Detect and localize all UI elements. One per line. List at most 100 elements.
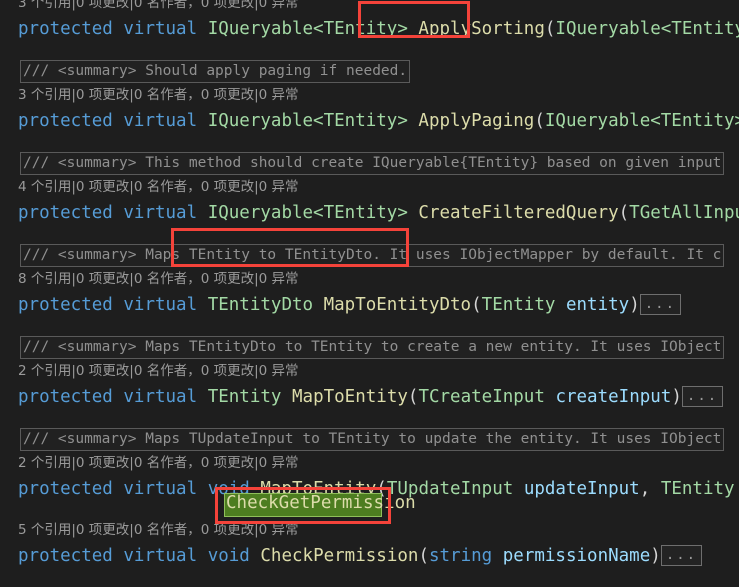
code-line[interactable]: protected virtual TEntity MapToEntity(TC…: [18, 382, 739, 412]
code-token-pun: [513, 479, 524, 499]
code-token-pun: (: [418, 546, 429, 566]
code-token-pun: (: [618, 203, 630, 223]
collapsed-body-ellipsis[interactable]: ...: [660, 545, 703, 566]
code-token-kw: string: [428, 546, 493, 566]
code-token-pun: [197, 546, 208, 566]
code-token-par: updateInput: [523, 479, 640, 499]
code-token-pun: [113, 203, 124, 223]
code-token-pun: ): [671, 387, 682, 407]
code-token-pun: [113, 479, 124, 499]
code-token-pun: [113, 111, 124, 131]
code-token-type: TEntity: [481, 295, 556, 315]
code-token-par: createInput: [555, 387, 672, 407]
code-line[interactable]: protected virtual IQueryable<TEntity> Cr…: [18, 198, 739, 228]
code-token-mth: ApplyPaging: [418, 111, 535, 131]
code-token-pun: (: [407, 387, 419, 407]
collapsed-doc-comment[interactable]: /// <summary> Maps TEntityDto to TEntity…: [20, 336, 725, 359]
collapsed-body-ellipsis[interactable]: ...: [681, 386, 724, 407]
codelens-annotation[interactable]: 3 个引用|0 项更改|0 名作者，0 项更改|0 异常: [18, 0, 739, 14]
code-token-pun: [113, 546, 124, 566]
code-token-kw: void: [207, 546, 250, 566]
code-token-pun: [197, 19, 208, 39]
code-token-pun: [197, 203, 208, 223]
code-token-pun: (: [471, 295, 482, 315]
code-token-par: entity: [565, 295, 630, 315]
code-token-kw: protected: [18, 479, 113, 499]
code-token-pun: (: [534, 111, 545, 131]
code-token-kw: virtual: [123, 479, 198, 499]
code-token-pun: [197, 295, 208, 315]
code-token-pun: [113, 387, 124, 407]
doc-comment-fold-row: /// <summary> Should apply paging if nee…: [18, 60, 739, 85]
code-token-kw: virtual: [123, 19, 198, 39]
code-token-type: TGetAllInput: [629, 203, 739, 223]
selected-token-text: CheckGetPermission: [226, 493, 416, 513]
code-token-type: IQueryable<TEntity>: [207, 19, 408, 39]
code-token-kw: protected: [18, 111, 113, 131]
code-token-kw: virtual: [123, 387, 198, 407]
code-token-pun: [545, 387, 556, 407]
code-token-mth: MapToEntity: [292, 387, 408, 407]
code-token-mth: CreateFilteredQuery: [418, 203, 619, 223]
code-token-mth: ApplySorting: [418, 19, 545, 39]
collapsed-doc-comment[interactable]: /// <summary> Maps TEntity to TEntityDto…: [20, 244, 725, 267]
codelens-annotation[interactable]: 4 个引用|0 项更改|0 名作者，0 项更改|0 异常: [18, 177, 739, 198]
code-token-kw: virtual: [123, 111, 198, 131]
codelens-annotation[interactable]: 5 个引用|0 项更改|0 名作者，0 项更改|0 异常: [18, 520, 739, 541]
code-token-type: IQueryable<TEntity>: [207, 111, 408, 131]
code-token-pun: [113, 295, 124, 315]
code-token-pun: ): [650, 546, 661, 566]
code-token-type: IQueryable<TEntity>: [544, 111, 739, 131]
code-line[interactable]: protected virtual void CheckPermission(s…: [18, 541, 739, 571]
code-line[interactable]: protected virtual IQueryable<TEntity> Ap…: [18, 106, 739, 136]
code-token-kw: virtual: [123, 546, 198, 566]
collapsed-doc-comment[interactable]: /// <summary> Maps TUpdateInput to TEnti…: [20, 428, 725, 451]
code-editor-viewport[interactable]: 3 个引用|0 项更改|0 名作者，0 项更改|0 异常 protected vi…: [0, 0, 739, 587]
code-token-pun: [250, 546, 261, 566]
code-token-pun: [197, 387, 208, 407]
code-line[interactable]: protected virtual IQueryable<TEntity> Ap…: [18, 14, 739, 44]
code-token-type: TEntityDto: [207, 295, 314, 315]
code-token-pun: [492, 546, 503, 566]
code-token-kw: protected: [18, 387, 113, 407]
code-token-pun: [735, 479, 739, 499]
code-token-pun: [281, 387, 292, 407]
collapsed-doc-comment[interactable]: /// <summary> Should apply paging if nee…: [20, 60, 411, 83]
codelens-annotation[interactable]: 8 个引用|0 项更改|0 名作者，0 项更改|0 异常: [18, 269, 739, 290]
code-token-type: TEntity: [207, 387, 282, 407]
code-token-pun: [313, 295, 324, 315]
codelens-annotation[interactable]: 2 个引用|0 项更改|0 名作者，0 项更改|0 异常: [18, 361, 739, 382]
code-token-mth: MapToEntityDto: [323, 295, 472, 315]
code-token-mth: CheckPermission: [260, 546, 419, 566]
collapsed-body-ellipsis[interactable]: ...: [639, 294, 682, 315]
code-line[interactable]: protected virtual TEntityDto MapToEntity…: [18, 290, 739, 320]
code-token-type: IQueryable<TEntity>: [555, 19, 739, 39]
doc-comment-fold-row: /// <summary> Maps TEntityDto to TEntity…: [18, 336, 739, 361]
doc-comment-fold-row: /// <summary> Maps TEntity to TEntityDto…: [18, 244, 739, 269]
code-token-pun: [197, 111, 208, 131]
code-token-kw: protected: [18, 546, 113, 566]
code-token-pun: [555, 295, 566, 315]
code-token-pun: [408, 203, 419, 223]
code-token-pun: [408, 19, 419, 39]
codelens-annotation[interactable]: 3 个引用|0 项更改|0 名作者，0 项更改|0 异常: [18, 85, 739, 106]
code-token-pun: [408, 111, 419, 131]
code-token-type: IQueryable<TEntity>: [207, 203, 408, 223]
code-token-type: TCreateInput: [418, 387, 545, 407]
codelens-annotation[interactable]: 2 个引用|0 项更改|0 名作者，0 项更改|0 异常: [18, 453, 739, 474]
code-token-pun: ,: [639, 479, 661, 499]
code-token-kw: virtual: [123, 203, 198, 223]
code-token-type: TEntity: [660, 479, 735, 499]
code-token-kw: protected: [18, 295, 113, 315]
code-token-kw: virtual: [123, 295, 198, 315]
collapsed-doc-comment[interactable]: /// <summary> This method should create …: [20, 152, 725, 175]
code-token-pun: ): [629, 295, 640, 315]
code-token-kw: protected: [18, 203, 113, 223]
code-token-par: permissionName: [502, 546, 651, 566]
